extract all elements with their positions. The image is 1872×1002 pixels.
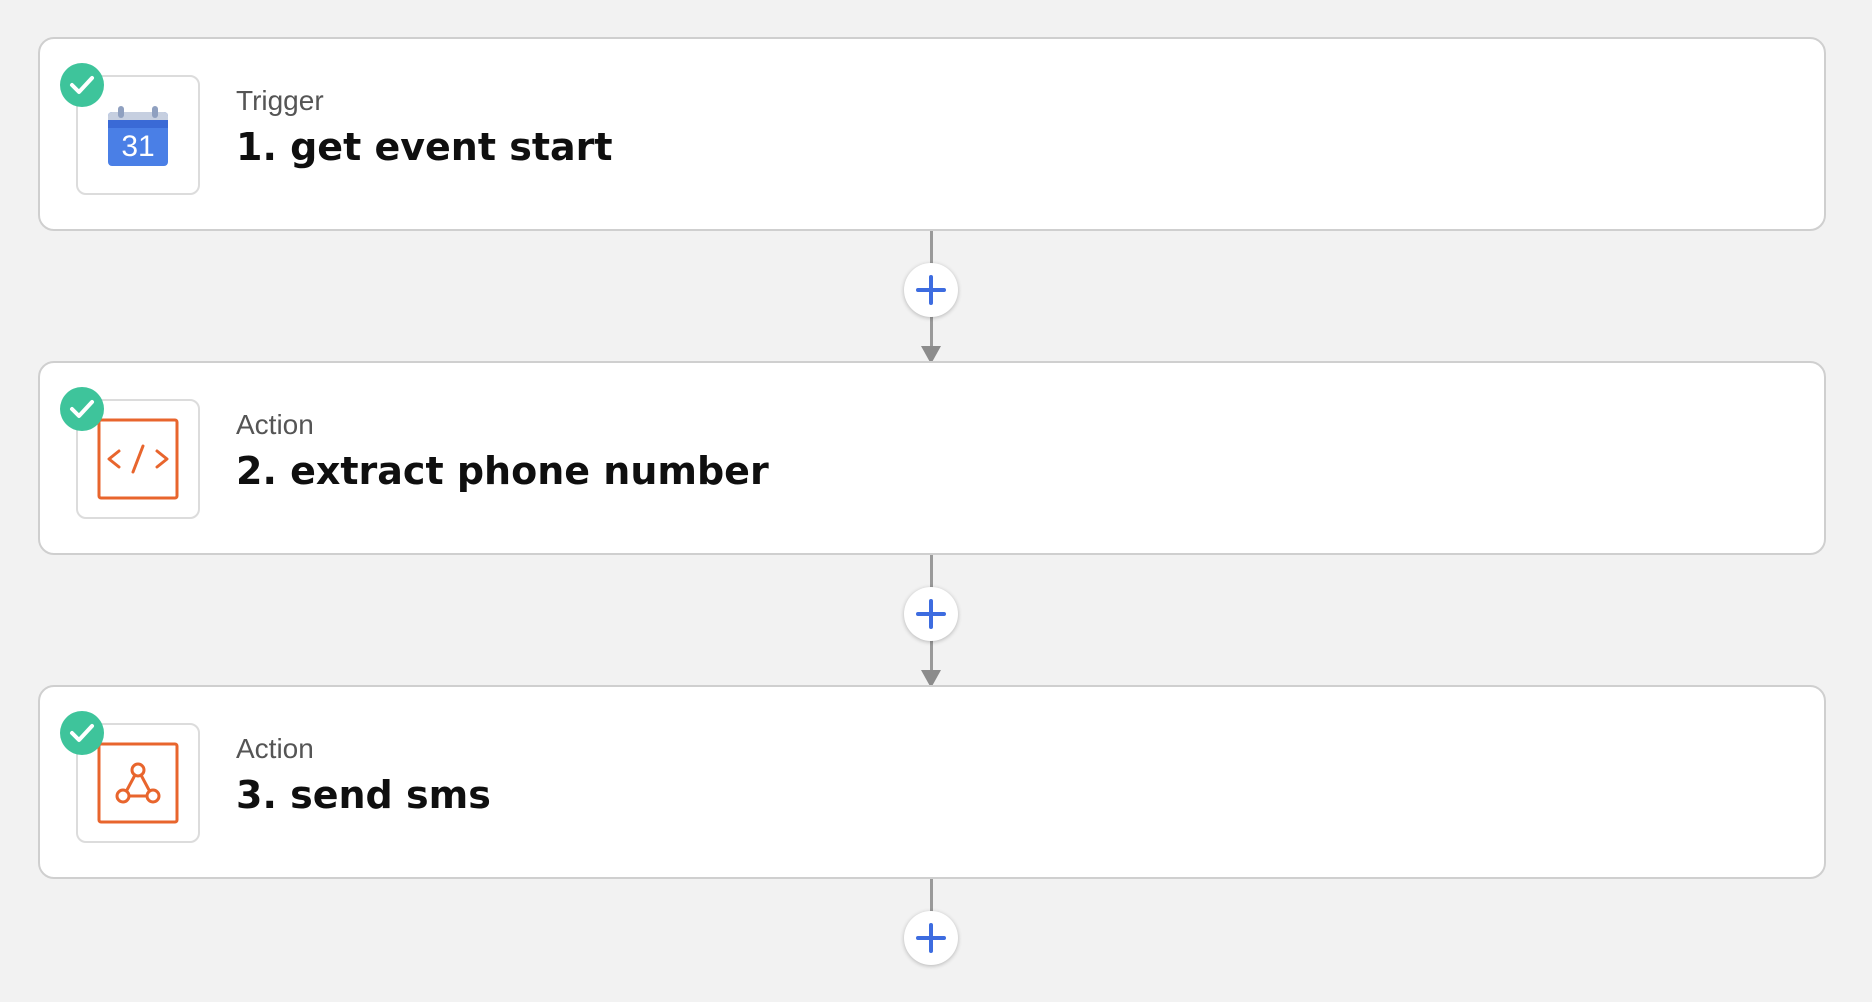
add-step-button[interactable] bbox=[904, 263, 958, 317]
step-card-3[interactable]: Action 3. send sms bbox=[38, 685, 1826, 879]
check-icon bbox=[60, 387, 104, 431]
plus-icon bbox=[916, 923, 946, 953]
code-icon bbox=[97, 418, 179, 500]
step-type-label: Action bbox=[236, 409, 314, 440]
plus-icon bbox=[916, 599, 946, 629]
step-title: 2. extract phone number bbox=[236, 449, 769, 493]
plus-icon bbox=[916, 275, 946, 305]
calendar-day: 31 bbox=[121, 130, 154, 163]
step-card-2[interactable]: Action 2. extract phone number bbox=[38, 361, 1826, 555]
add-step-button[interactable] bbox=[904, 587, 958, 641]
step-type-label: Action bbox=[236, 733, 314, 764]
check-icon bbox=[60, 63, 104, 107]
step-title: 1. get event start bbox=[236, 125, 613, 169]
step-type-label: Trigger bbox=[236, 85, 324, 116]
webhook-icon bbox=[97, 742, 179, 824]
add-step-button[interactable] bbox=[904, 911, 958, 965]
step-title: 3. send sms bbox=[236, 773, 491, 817]
step-card-1[interactable]: 31 Trigger 1. get event start bbox=[38, 37, 1826, 231]
google-calendar-icon: 31 bbox=[108, 106, 168, 166]
check-icon bbox=[60, 711, 104, 755]
